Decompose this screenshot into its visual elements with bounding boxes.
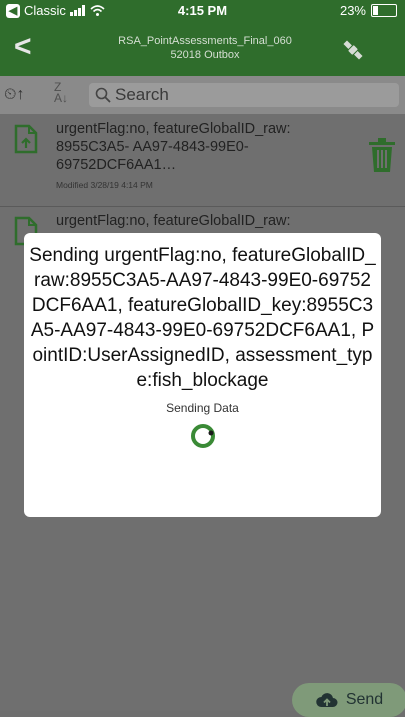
status-bar: ◀ Classic 4:15 PM 23%: [0, 0, 405, 22]
clock-sort-icon[interactable]: ⏲↑: [4, 86, 24, 104]
page-title-line1: RSA_PointAssessments_Final_060: [118, 35, 292, 47]
search-icon: [95, 87, 111, 103]
search-input[interactable]: Search: [89, 83, 399, 107]
loading-spinner-icon: [190, 424, 215, 448]
document-upload-icon: [14, 124, 38, 154]
page-title-line2: 52018 Outbox: [170, 49, 240, 61]
send-button-label: Send: [345, 691, 384, 708]
list-item-title: urgentFlag:no, featureGlobalID_raw:: [56, 213, 291, 229]
status-right: 23%: [340, 3, 397, 18]
back-chevron-icon[interactable]: <: [14, 32, 32, 62]
sending-dialog: Sending urgentFlag:no, featureGlobalID_r…: [24, 233, 381, 517]
battery-icon: [371, 4, 397, 17]
alpha-sort-icon[interactable]: Z A↓: [54, 81, 68, 104]
sending-message: Sending urgentFlag:no, featureGlobalID_r…: [29, 245, 376, 391]
list-item-text: urgentFlag:no, featureGlobalID_raw:: [56, 212, 356, 232]
cloud-upload-icon: [316, 693, 338, 707]
satellite-icon[interactable]: [339, 36, 367, 64]
list-item-modified: Modified 3/28/19 4:14 PM: [56, 180, 153, 190]
nav-bar: < RSA_PointAssessments_Final_060 52018 O…: [0, 22, 405, 76]
battery-percent: 23%: [339, 3, 366, 18]
list-item-title: urgentFlag:no, featureGlobalID_raw: 8955…: [56, 121, 291, 173]
list-item-text: urgentFlag:no, featureGlobalID_raw: 8955…: [56, 120, 356, 194]
sending-status: Sending Data: [166, 401, 239, 415]
trash-icon[interactable]: [369, 138, 395, 172]
search-placeholder: Search: [115, 85, 169, 104]
send-button[interactable]: Send: [292, 683, 405, 717]
list-item[interactable]: urgentFlag:no, featureGlobalID_raw: 8955…: [0, 114, 405, 207]
search-toolbar: ⏲↑ Z A↓ Search: [0, 76, 405, 114]
page-title: RSA_PointAssessments_Final_060 52018 Out…: [110, 34, 300, 62]
